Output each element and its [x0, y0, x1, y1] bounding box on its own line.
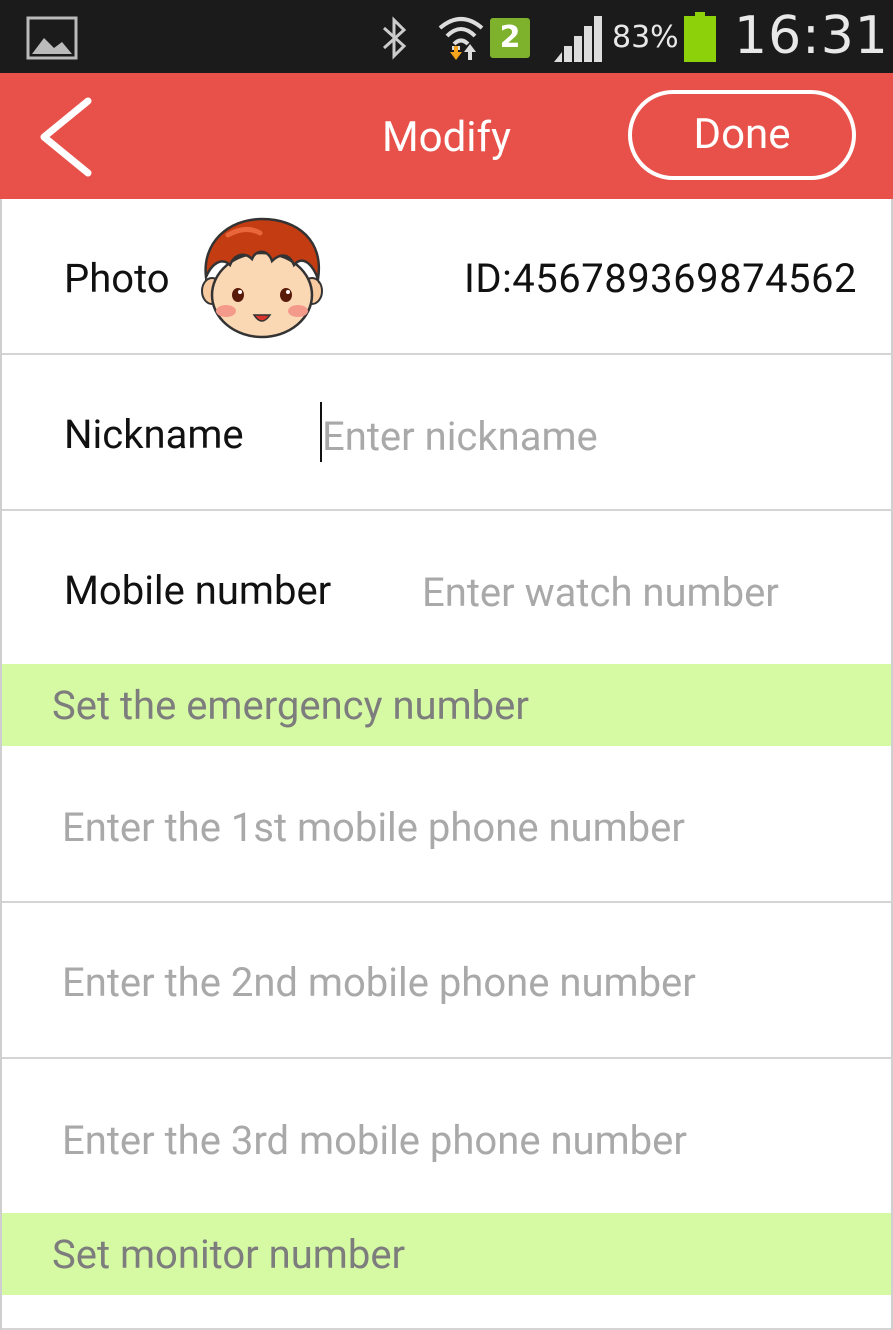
battery-percent: 83%	[612, 20, 679, 55]
photo-label: Photo	[64, 255, 170, 302]
text-caret	[320, 402, 322, 462]
done-button[interactable]: Done	[628, 90, 856, 180]
photo-row: Photo ID:456789369874562	[2, 199, 891, 353]
modify-screen: 2 83% 16:31 Modify Done Photo ID:4567893…	[0, 0, 893, 1330]
battery-icon	[684, 12, 716, 62]
emergency-number-input-3[interactable]	[62, 1115, 862, 1165]
gallery-icon	[26, 16, 78, 60]
monitor-section-header: Set monitor number	[2, 1213, 891, 1295]
clock: 16:31	[734, 6, 889, 66]
emergency-section-title: Set the emergency number	[52, 682, 529, 729]
emergency-number-row-3	[2, 1059, 891, 1213]
nickname-label: Nickname	[64, 411, 244, 458]
mobile-number-label: Mobile number	[64, 567, 332, 614]
nickname-row: Nickname	[2, 355, 891, 509]
header-bar: Modify Done	[0, 73, 893, 199]
emergency-number-input-2[interactable]	[62, 957, 862, 1007]
emergency-number-input-1[interactable]	[62, 802, 862, 852]
emergency-number-row-1	[2, 746, 891, 901]
signal-icon	[554, 16, 602, 62]
monitor-number-row	[2, 1295, 891, 1328]
emergency-section-header: Set the emergency number	[2, 664, 891, 746]
wifi-icon	[438, 17, 484, 60]
emergency-number-row-2	[2, 903, 891, 1057]
sim-badge: 2	[490, 18, 530, 58]
monitor-section-title: Set monitor number	[52, 1231, 406, 1278]
watch-number-input[interactable]	[422, 567, 862, 617]
avatar[interactable]	[198, 215, 326, 339]
nickname-input[interactable]	[322, 411, 862, 461]
mobile-number-row: Mobile number	[2, 511, 891, 664]
device-id: ID:456789369874562	[463, 255, 857, 302]
bluetooth-icon	[382, 16, 407, 60]
status-bar: 2 83% 16:31	[0, 0, 893, 73]
